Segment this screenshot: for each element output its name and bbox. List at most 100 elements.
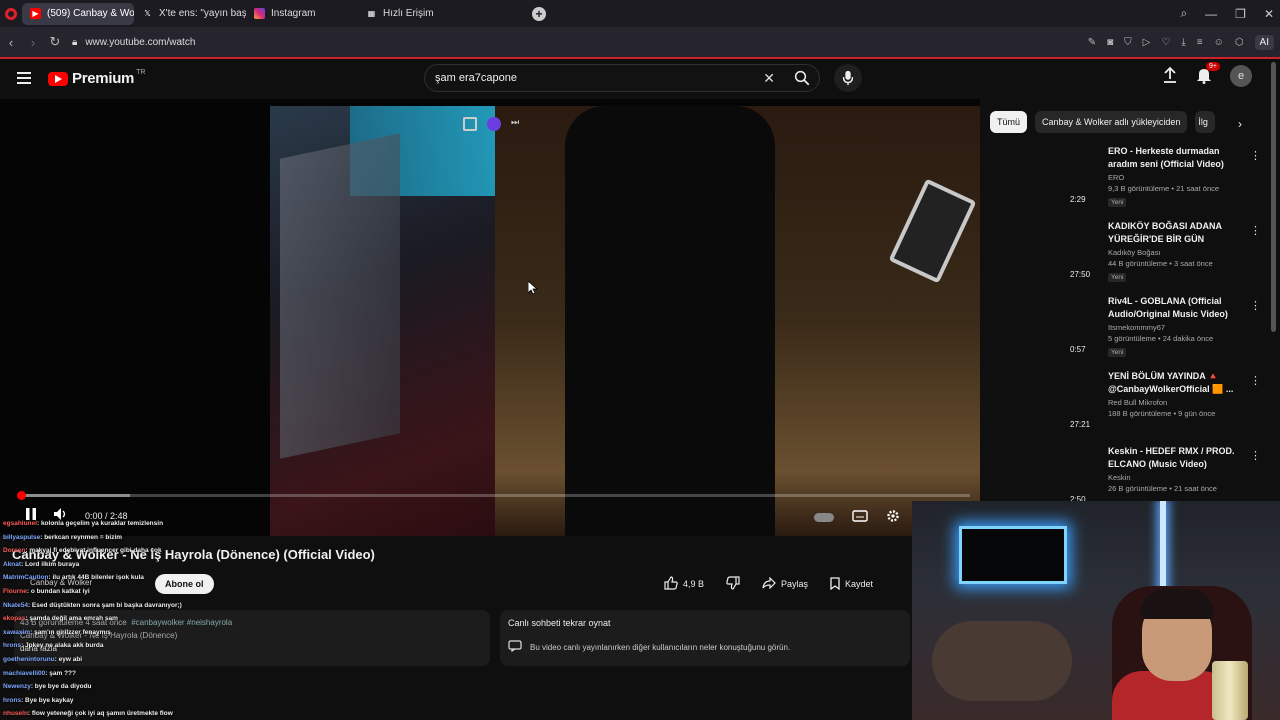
video-thumbnail[interactable] — [1030, 370, 1102, 440]
chat-username[interactable]: Newenzy — [3, 683, 31, 690]
page-scrollbar[interactable] — [1271, 62, 1276, 332]
subtitles-icon[interactable] — [852, 510, 868, 525]
like-button[interactable]: 4,9 B — [660, 574, 708, 594]
play-icon[interactable]: ▷ — [1143, 37, 1151, 48]
back-icon[interactable]: ‹ — [0, 35, 22, 50]
chat-username[interactable]: ekopas — [3, 615, 25, 622]
recommendation-item[interactable]: 27:21 YENİ BÖLÜM YAYINDA 🔺 @CanbayWolkerO… — [1030, 370, 1270, 445]
recommendation-title[interactable]: Riv4L - GOBLANA (Official Audio/Original… — [1108, 295, 1238, 321]
chip-related[interactable]: İlg — [1195, 111, 1216, 133]
save-button[interactable]: Kaydet — [826, 574, 877, 594]
mic-icon[interactable] — [834, 64, 862, 92]
reload-icon[interactable]: ↻ — [44, 34, 66, 50]
ai-button[interactable]: AI — [1254, 34, 1274, 50]
more-options-icon[interactable]: ⋮ — [1250, 149, 1261, 162]
recommendation-channel[interactable]: Itsmekommmy67 — [1108, 323, 1238, 332]
chat-username[interactable]: goethenintorunu — [3, 656, 55, 663]
recommendation-meta: 26 B görüntüleme • 21 saat önce — [1108, 484, 1217, 493]
profile-icon[interactable]: ☺ — [1214, 37, 1224, 48]
sparkle-icon[interactable] — [487, 117, 501, 131]
chat-username[interactable]: Nkate54 — [3, 602, 28, 609]
recommendation-title[interactable]: ERO - Herkeste durmadan aradım seni (Off… — [1108, 145, 1238, 171]
new-tab-button[interactable]: + — [532, 6, 546, 21]
autoplay-toggle[interactable] — [814, 513, 834, 522]
more-options-icon[interactable]: ⋮ — [1250, 299, 1261, 312]
header-actions: 9+ e — [1162, 61, 1252, 87]
recommendation-info: ERO - Herkeste durmadan aradım seni (Off… — [1108, 145, 1238, 207]
avatar[interactable]: e — [1230, 65, 1252, 87]
recommendation-channel[interactable]: Kadıköy Boğası — [1108, 248, 1238, 257]
recommendation-item[interactable]: 2:29 ERO - Herkeste durmadan aradım seni … — [1030, 145, 1270, 220]
chat-username[interactable]: xawaxim — [3, 629, 30, 636]
recommendation-channel[interactable]: Keskin — [1108, 473, 1238, 482]
chat-username[interactable]: nhuseln — [3, 710, 28, 717]
chat-username[interactable]: billyaspulse — [3, 534, 40, 541]
video-thumbnail[interactable] — [1030, 145, 1102, 215]
hamburger-menu-icon[interactable] — [17, 72, 31, 87]
bell-icon[interactable]: 9+ — [1196, 61, 1220, 87]
close-icon[interactable]: ✕ — [1264, 7, 1274, 21]
restore-icon[interactable]: ❐ — [1235, 7, 1246, 21]
video-progress-bar[interactable] — [17, 491, 970, 500]
tab-search-icon[interactable]: ⌕ — [1180, 6, 1187, 21]
url-field[interactable]: 🔒︎ www.youtube.com/watch — [72, 37, 195, 48]
tab-x[interactable]: 𝕏 X'te ens: "yayın başladı hi — [134, 3, 246, 25]
chat-username[interactable]: machiavelli00 — [3, 670, 45, 677]
minimize-icon[interactable]: — — [1205, 7, 1217, 21]
copy-icon[interactable] — [463, 117, 477, 131]
video-frame-right — [495, 106, 980, 536]
search-icon[interactable] — [793, 69, 811, 90]
tab-youtube[interactable]: ▶ (509) Canbay & Wolk — [22, 2, 134, 25]
chat-username[interactable]: Dorcen — [3, 547, 25, 554]
recommendation-title[interactable]: KADIKÖY BOĞASI ADANA YÜREĞİR'DE BİR GÜN — [1108, 220, 1238, 246]
tab-instagram[interactable]: Instagram — [246, 3, 358, 25]
recommendation-info: KADIKÖY BOĞASI ADANA YÜREĞİR'DE BİR GÜN K… — [1108, 220, 1238, 282]
recommendation-title[interactable]: YENİ BÖLÜM YAYINDA 🔺 @CanbayWolkerOffici… — [1108, 370, 1238, 396]
chat-username[interactable]: Flourne — [3, 588, 27, 595]
edit-icon[interactable]: ✎ — [1088, 37, 1096, 48]
recommendation-item[interactable]: 0:57 Riv4L - GOBLANA (Official Audio/Orig… — [1030, 295, 1270, 370]
search-input[interactable] — [435, 72, 735, 84]
extension-icon[interactable]: ⬡ — [1235, 37, 1244, 48]
recommendation-item[interactable]: 27:50 KADIKÖY BOĞASI ADANA YÜREĞİR'DE BİR… — [1030, 220, 1270, 295]
opera-logo-icon[interactable] — [0, 0, 22, 27]
clear-search-icon[interactable]: ✕ — [763, 70, 775, 87]
chat-username[interactable]: hrons — [3, 642, 21, 649]
tab-speed-dial[interactable]: ▦ Hızlı Erişim — [358, 3, 470, 25]
dislike-button[interactable] — [722, 574, 744, 594]
more-options-icon[interactable]: ⋮ — [1250, 449, 1261, 462]
recommendation-channel[interactable]: ERO — [1108, 173, 1238, 182]
skip-icon[interactable]: ⏭ — [511, 117, 525, 131]
search-box: ✕ — [424, 64, 820, 92]
chevron-right-icon[interactable]: › — [1238, 117, 1242, 131]
camera-icon[interactable]: ◙ — [1107, 37, 1113, 48]
share-button[interactable]: Paylaş — [758, 574, 812, 594]
forward-icon[interactable]: › — [22, 35, 44, 50]
menu-icon[interactable]: ≡ — [1197, 37, 1203, 48]
download-icon[interactable]: ⤓ — [1181, 37, 1185, 48]
scrubber-handle[interactable] — [17, 491, 26, 500]
heart-icon[interactable]: ♡ — [1161, 37, 1170, 48]
chat-icon — [508, 640, 522, 654]
upload-icon[interactable] — [1162, 66, 1178, 87]
chat-username[interactable]: Aknat — [3, 561, 21, 568]
youtube-logo[interactable]: Premium TR — [48, 69, 145, 87]
settings-icon[interactable] — [886, 509, 900, 526]
replay-button[interactable]: Bu video canlı yayınlanırken diğer kulla… — [508, 640, 902, 654]
more-options-icon[interactable]: ⋮ — [1250, 374, 1261, 387]
video-thumbnail[interactable] — [1030, 220, 1102, 290]
video-thumbnail[interactable] — [1030, 295, 1102, 365]
chip-all[interactable]: Tümü — [990, 111, 1028, 133]
chat-username[interactable]: hrons — [3, 697, 21, 704]
chat-username[interactable]: MatrimCaution — [3, 574, 49, 581]
chat-username[interactable]: egsahlunel — [3, 520, 37, 527]
more-options-icon[interactable]: ⋮ — [1250, 224, 1261, 237]
chat-text: : o bundan katkat iyi — [26, 587, 90, 595]
chat-message: hrons: Bye bye kaykay — [3, 694, 263, 708]
video-player[interactable]: ⏭ 0:00 / 2:48 — [0, 99, 980, 536]
duration-badge: 2:29 — [1070, 195, 1086, 204]
recommendation-title[interactable]: Keskin - HEDEF RMX / PROD. ELCANO (Music… — [1108, 445, 1238, 471]
chip-from-uploader[interactable]: Canbay & Wolker adlı yükleyiciden — [1035, 111, 1188, 133]
recommendation-channel[interactable]: Red Bull Mikrofon — [1108, 398, 1238, 407]
shield-icon[interactable]: ⛉ — [1124, 37, 1132, 48]
